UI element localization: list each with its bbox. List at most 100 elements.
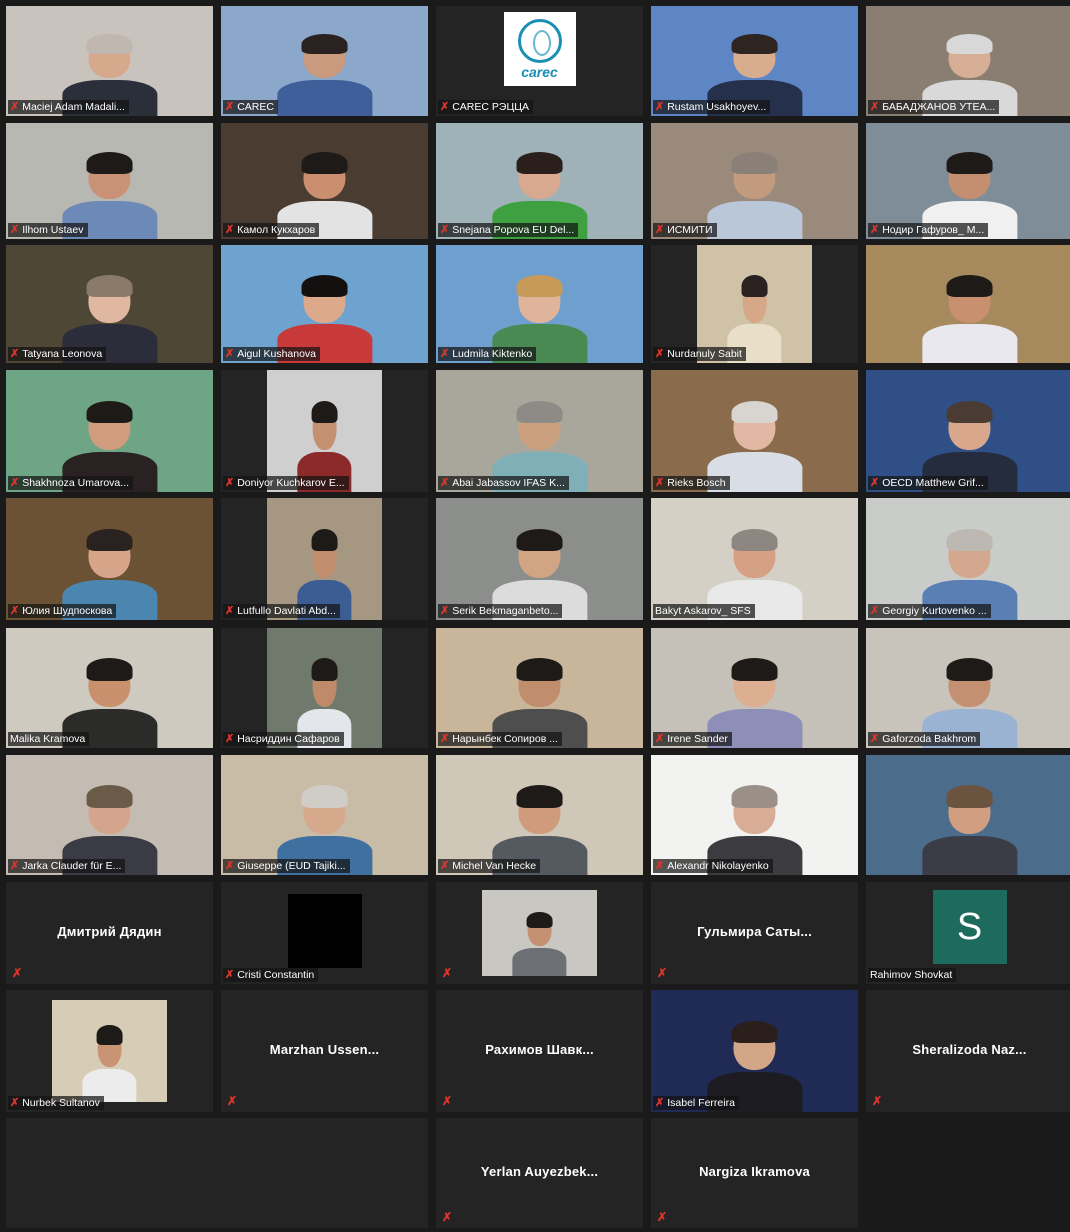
participant-tile[interactable]: ✗ Shakhnoza Umarova... <box>6 370 213 492</box>
participant-tile[interactable] <box>866 755 1070 875</box>
mic-muted-icon: ✗ <box>872 1094 883 1108</box>
participant-tile[interactable]: ✗ Nurdanuly Sabit <box>651 245 858 363</box>
participant-name-label: ✗ Камол Кукхаров <box>223 223 320 237</box>
avatar: S <box>932 890 1007 964</box>
participant-tile[interactable]: ✗ Насриддин Сафаров <box>221 628 428 748</box>
participant-name-label: ✗ Nurbek Sultanov <box>8 1096 104 1110</box>
participant-hair <box>311 400 338 424</box>
participant-hair <box>731 400 778 424</box>
participant-tile[interactable]: Bakyt Askarov_ SFS <box>651 498 858 620</box>
participant-tile[interactable]: ✗ Jarka Clauder für E... <box>6 755 213 875</box>
participant-tile[interactable]: Yerlan Auyezbek... ✗ <box>436 1118 643 1228</box>
participant-name-label: ✗ Cristi Constantin <box>223 968 319 982</box>
participant-tile[interactable]: ✗ Alexandr Nikolayenko <box>651 755 858 875</box>
participant-tile[interactable]: Marzhan Ussen... ✗ <box>221 990 428 1112</box>
participant-name-label: ✗ ИСМИТИ <box>653 223 717 237</box>
participant-display-name: Yerlan Auyezbek... <box>480 1164 599 1179</box>
participant-name-label: ✗ Lutfullo Davlati Abd... <box>223 604 340 618</box>
participant-tile[interactable]: ✗ Irene Sander <box>651 628 858 748</box>
participant-name-label: ✗ Юлия Шудпоскова <box>8 604 117 618</box>
participant-tile[interactable]: ✗ Gaforzoda Bakhrom <box>866 628 1070 748</box>
participant-name-label: ✗ Serik Bekmaganbeto... <box>438 604 563 618</box>
participant-tile[interactable]: ✗ Lutfullo Davlati Abd... <box>221 498 428 620</box>
participant-tile[interactable]: Nargiza Ikramova ✗ <box>651 1118 858 1228</box>
participant-name-label: ✗ БАБАДЖАНОВ УТЕА... <box>868 100 1000 114</box>
participant-tile[interactable]: ✗ Isabel Ferreira <box>651 990 858 1112</box>
participant-tile[interactable]: ✗ Aigul Kushanova <box>221 245 428 363</box>
participant-hair <box>516 785 563 808</box>
participant-tile[interactable]: carec ✗ CAREC РЭЦЦА <box>436 6 643 116</box>
participant-tile[interactable]: ✗ Rustam Usakhoyev... <box>651 6 858 116</box>
participant-tile[interactable]: Дмитрий Дядин ✗ <box>6 882 213 984</box>
video-feed <box>436 755 643 875</box>
participant-tile[interactable]: ✗ <box>436 882 643 984</box>
participant-tile[interactable]: ✗ Snejana Popova EU Del... <box>436 123 643 239</box>
participant-name-label: Malika Kramova <box>8 732 90 746</box>
participant-hair <box>731 1020 778 1044</box>
participant-hair <box>86 785 133 808</box>
participant-tile[interactable]: ✗ Tatyana Leonova <box>6 245 213 363</box>
participant-tile[interactable]: ✗ Ludmila Kiktenko <box>436 245 643 363</box>
participant-tile[interactable] <box>866 245 1070 363</box>
participant-tile[interactable]: ✗ БАБАДЖАНОВ УТЕА... <box>866 6 1070 116</box>
participant-tile[interactable]: ✗ CAREC <box>221 6 428 116</box>
participant-name: Rustam Usakhoyev... <box>667 101 767 113</box>
mic-muted-icon: ✗ <box>10 101 20 113</box>
participant-tile[interactable]: ✗ Юлия Шудпоскова <box>6 498 213 620</box>
participant-hair <box>86 33 133 55</box>
video-grid: ✗ Maciej Adam Madali... ✗ CAREC carec ✗ CAREC … <box>0 0 1070 1232</box>
mic-muted-icon: ✗ <box>440 605 450 617</box>
participant-tile[interactable]: ✗ Doniyor Kuchkarov E... <box>221 370 428 492</box>
participant-name-label: ✗ Michel Van Hecke <box>438 859 541 873</box>
participant-tile[interactable]: ✗ Serik Bekmaganbeto... <box>436 498 643 620</box>
participant-body <box>706 201 803 239</box>
participant-figure <box>921 781 1018 875</box>
video-feed <box>866 498 1070 620</box>
video-feed <box>6 370 213 492</box>
video-feed <box>51 999 168 1103</box>
participant-display-name: Гульмира Саты... <box>697 924 812 939</box>
mic-muted-icon: ✗ <box>655 348 665 360</box>
participant-figure <box>921 271 1018 363</box>
participant-tile[interactable]: ✗ Abai Jabassov IFAS K... <box>436 370 643 492</box>
participant-display-name: Nargiza Ikramova <box>699 1164 810 1179</box>
participant-name: Ilhom Ustaev <box>22 224 84 236</box>
participant-name-label: ✗ Abai Jabassov IFAS K... <box>438 476 569 490</box>
mic-muted-icon: ✗ <box>10 477 20 489</box>
video-feed <box>866 628 1070 748</box>
participant-tile[interactable] <box>6 1118 428 1228</box>
participant-display-name: Рахимов Шавк... <box>485 1042 594 1057</box>
participant-tile[interactable]: S Rahimov Shovkat <box>866 882 1070 984</box>
mic-muted-icon: ✗ <box>870 224 880 236</box>
participant-tile[interactable]: ✗ Georgiy Kurtovenko ... <box>866 498 1070 620</box>
participant-tile[interactable]: ✗ Michel Van Hecke <box>436 755 643 875</box>
participant-tile[interactable]: ✗ ИСМИТИ <box>651 123 858 239</box>
participant-tile[interactable]: Гульмира Саты... ✗ <box>651 882 858 984</box>
participant-tile[interactable]: ✗ Cristi Constantin <box>221 882 428 984</box>
mic-muted-icon: ✗ <box>442 1210 453 1224</box>
participant-tile[interactable]: ✗ Нарынбек Сопиров ... <box>436 628 643 748</box>
mic-muted-icon: ✗ <box>655 860 665 872</box>
participant-tile[interactable]: Рахимов Шавк... ✗ <box>436 990 643 1112</box>
participant-hair <box>731 152 778 174</box>
participant-tile[interactable]: ✗ Камол Кукхаров <box>221 123 428 239</box>
participant-tile[interactable]: ✗ Nurbek Sultanov <box>6 990 213 1112</box>
participant-name-label: ✗ Насриддин Сафаров <box>223 732 344 746</box>
video-feed <box>651 123 858 239</box>
participant-tile[interactable]: Malika Kramova <box>6 628 213 748</box>
mic-muted-icon: ✗ <box>225 101 235 113</box>
participant-tile[interactable]: ✗ Rieks Bosch <box>651 370 858 492</box>
participant-name-label: ✗ Rieks Bosch <box>653 476 730 490</box>
participant-hair <box>86 528 133 552</box>
participant-hair <box>946 152 993 174</box>
participant-name: OECD Matthew Grif... <box>882 477 984 489</box>
mic-muted-icon: ✗ <box>227 1094 238 1108</box>
mic-muted-icon: ✗ <box>440 348 450 360</box>
participant-hair <box>301 152 348 174</box>
participant-tile[interactable]: ✗ Maciej Adam Madali... <box>6 6 213 116</box>
participant-tile[interactable]: Sheralizoda Naz... ✗ <box>866 990 1070 1112</box>
participant-tile[interactable]: ✗ Giuseppe (EUD Tajiki... <box>221 755 428 875</box>
participant-tile[interactable]: ✗ Нодир Гафуров_ М... <box>866 123 1070 239</box>
participant-tile[interactable]: ✗ Ilhom Ustaev <box>6 123 213 239</box>
participant-tile[interactable]: ✗ OECD Matthew Grif... <box>866 370 1070 492</box>
